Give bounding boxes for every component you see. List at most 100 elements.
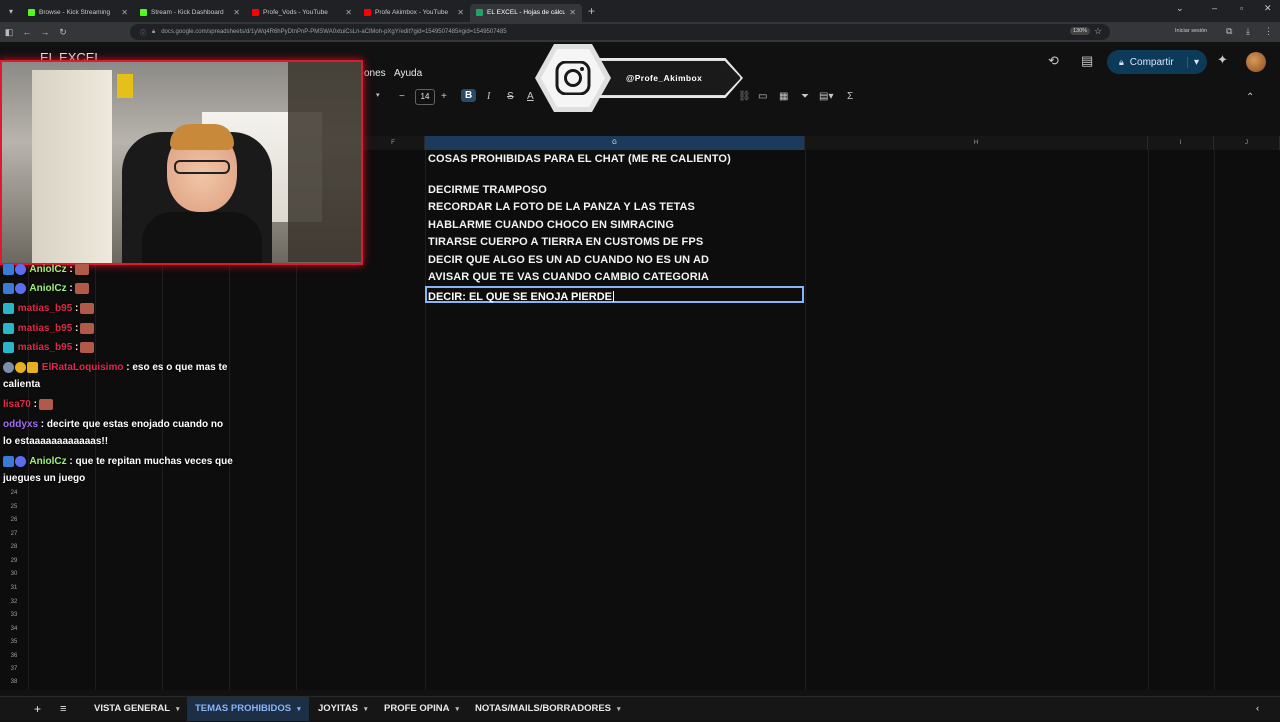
- browser-tab-kick-browse[interactable]: Browse - Kick Streaming ✕: [22, 4, 134, 22]
- increase-font-size-button[interactable]: +: [441, 91, 447, 102]
- sidebar-toggle-icon[interactable]: ◧: [0, 27, 18, 38]
- close-tab-icon[interactable]: ✕: [345, 8, 352, 17]
- cell-g-item[interactable]: TIRARSE CUERPO A TIERRA EN CUSTOMS DE FP…: [428, 236, 703, 248]
- url-input[interactable]: ⓘ 🔒︎ docs.google.com/spreadsheets/d/1yWq…: [130, 24, 1110, 40]
- row-number[interactable]: 38: [0, 679, 28, 685]
- row-number[interactable]: 32: [0, 599, 28, 605]
- new-tab-icon[interactable]: +: [588, 4, 595, 18]
- chevron-down-icon[interactable]: ▾: [364, 706, 368, 713]
- text-color-button[interactable]: A: [527, 91, 534, 102]
- menu-extensiones[interactable]: ones: [364, 68, 386, 79]
- sheet-tab-label: TEMAS PROHIBIDOS: [195, 703, 292, 714]
- row-number[interactable]: 27: [0, 531, 28, 537]
- reload-icon[interactable]: ↻: [54, 27, 72, 38]
- italic-button[interactable]: I: [487, 91, 490, 102]
- avatar[interactable]: [1246, 52, 1266, 72]
- close-window-icon[interactable]: ✕: [1264, 3, 1272, 14]
- download-icon[interactable]: ⤓: [1246, 26, 1250, 37]
- tab-search-icon[interactable]: ⌄: [1176, 3, 1184, 14]
- close-tab-icon[interactable]: ✕: [569, 8, 576, 17]
- row-number[interactable]: 33: [0, 612, 28, 618]
- sheet-tab-joyitas[interactable]: JOYITAS ▾: [318, 697, 367, 721]
- bookmark-star-icon[interactable]: ☆: [1094, 26, 1102, 37]
- font-size-input[interactable]: 14: [415, 89, 435, 105]
- close-tab-icon[interactable]: ✕: [457, 8, 464, 17]
- browser-tab-kick-dashboard[interactable]: Stream - Kick Dashboard ✕: [134, 4, 246, 22]
- row-number[interactable]: 28: [0, 544, 28, 550]
- sheet-tab-notas[interactable]: NOTAS/MAILS/BORRADORES ▾: [475, 697, 621, 721]
- share-button[interactable]: 🔒︎ Compartir ▾: [1107, 50, 1207, 74]
- browser-tab-youtube-akimbox[interactable]: Profe Akimbox - YouTube ✕: [358, 4, 470, 22]
- scroll-tabs-left-icon[interactable]: ‹: [1256, 697, 1259, 721]
- chat-emote-icon: [38, 398, 53, 410]
- forward-icon[interactable]: →: [36, 27, 54, 37]
- active-cell-text: DECIR: EL QUE SE ENOJA PIERDE: [428, 291, 612, 303]
- cell-g-item[interactable]: DECIRME TRAMPOSO: [428, 184, 547, 196]
- extensions-icon[interactable]: ⧉: [1226, 26, 1232, 37]
- row-number[interactable]: 36: [0, 653, 28, 659]
- comments-icon[interactable]: ▤: [1081, 53, 1093, 69]
- site-info-icon[interactable]: ⓘ: [140, 28, 146, 37]
- filter-icon[interactable]: ⏷: [801, 91, 809, 102]
- row-number[interactable]: 25: [0, 504, 28, 510]
- row-number[interactable]: 24: [0, 490, 28, 496]
- tab-menu-icon[interactable]: ▾: [0, 7, 22, 16]
- row-number[interactable]: 26: [0, 517, 28, 523]
- minimize-icon[interactable]: –: [1212, 3, 1217, 13]
- back-icon[interactable]: ←: [18, 27, 36, 37]
- url-text: docs.google.com/spreadsheets/d/1yWq4R6hP…: [161, 29, 507, 35]
- cell-g-item[interactable]: HABLARME CUANDO CHOCO EN SIMRACING: [428, 219, 674, 231]
- more-menu-icon[interactable]: ⋮: [1264, 26, 1273, 37]
- all-sheets-icon[interactable]: ≡: [60, 697, 66, 721]
- column-header-j[interactable]: J: [1214, 136, 1280, 150]
- chart-icon[interactable]: ▦: [779, 91, 788, 102]
- gemini-sparkle-icon[interactable]: ✦: [1217, 52, 1228, 68]
- decrease-font-size-button[interactable]: −: [399, 91, 405, 102]
- functions-icon[interactable]: Σ: [847, 91, 853, 102]
- browser-tab-youtube-vods[interactable]: Profe_Vods - YouTube ✕: [246, 4, 358, 22]
- row-number[interactable]: 37: [0, 666, 28, 672]
- sheet-tab-profe-opina[interactable]: PROFE OPINA ▾: [384, 697, 459, 721]
- chat-badge-icon: [15, 361, 26, 373]
- browser-tab-bar: ▾ Browse - Kick Streaming ✕ Stream - Kic…: [0, 0, 1280, 22]
- chevron-down-icon[interactable]: ▾: [617, 706, 621, 713]
- chevron-down-icon[interactable]: ▾: [455, 706, 459, 713]
- strikethrough-button[interactable]: S: [507, 91, 514, 102]
- cell-g-title[interactable]: COSAS PROHIBIDAS PARA EL CHAT (ME RE CAL…: [428, 153, 731, 165]
- chevron-down-icon[interactable]: ▾: [176, 706, 180, 713]
- cell-g-item[interactable]: DECIR QUE ALGO ES UN AD CUANDO NO ES UN …: [428, 254, 709, 266]
- browser-tab-el-excel[interactable]: EL EXCEL - Hojas de cálculo de ✕: [470, 3, 582, 22]
- chat-text: :: [69, 283, 73, 294]
- sheet-tab-vista-general[interactable]: VISTA GENERAL ▾: [94, 697, 180, 721]
- sheet-tab-temas-prohibidos[interactable]: TEMAS PROHIBIDOS ▾: [187, 697, 309, 721]
- close-tab-icon[interactable]: ✕: [233, 8, 240, 17]
- chat-message: oddyxs : decirte que estas enojado cuand…: [3, 416, 233, 450]
- column-header-g[interactable]: G: [425, 136, 805, 150]
- close-tab-icon[interactable]: ✕: [121, 8, 128, 17]
- font-dropdown-icon[interactable]: ▾: [376, 91, 380, 99]
- row-number[interactable]: 35: [0, 639, 28, 645]
- zoom-badge[interactable]: 130%: [1070, 27, 1091, 35]
- column-header-f[interactable]: F: [362, 136, 425, 150]
- cell-g-item[interactable]: AVISAR QUE TE VAS CUANDO CAMBIO CATEGORI…: [428, 271, 709, 283]
- collapse-toolbar-icon[interactable]: ⌃: [1246, 92, 1254, 103]
- signin-button[interactable]: Iniciar sesión: [1175, 28, 1207, 34]
- row-number[interactable]: 31: [0, 585, 28, 591]
- cell-g-item[interactable]: RECORDAR LA FOTO DE LA PANZA Y LAS TETAS: [428, 201, 695, 213]
- chevron-down-icon[interactable]: ▾: [297, 706, 301, 713]
- row-number[interactable]: 29: [0, 558, 28, 564]
- add-sheet-button[interactable]: +: [34, 697, 41, 721]
- row-number[interactable]: 34: [0, 626, 28, 632]
- maximize-icon[interactable]: ▫: [1240, 3, 1243, 13]
- column-header-h[interactable]: H: [805, 136, 1148, 150]
- filter-views-icon[interactable]: ▤▾: [819, 91, 833, 102]
- webcam-streamer-glasses: [174, 160, 230, 174]
- menu-ayuda[interactable]: Ayuda: [394, 68, 422, 79]
- version-history-icon[interactable]: ⟲: [1048, 53, 1059, 69]
- chevron-down-icon[interactable]: ▾: [1186, 56, 1199, 68]
- comment-add-icon[interactable]: ▭: [758, 91, 767, 102]
- column-header-i[interactable]: I: [1148, 136, 1214, 150]
- bold-button[interactable]: B: [461, 89, 477, 102]
- row-number[interactable]: 30: [0, 571, 28, 577]
- active-cell-editor[interactable]: DECIR: EL QUE SE ENOJA PIERDE: [425, 286, 804, 303]
